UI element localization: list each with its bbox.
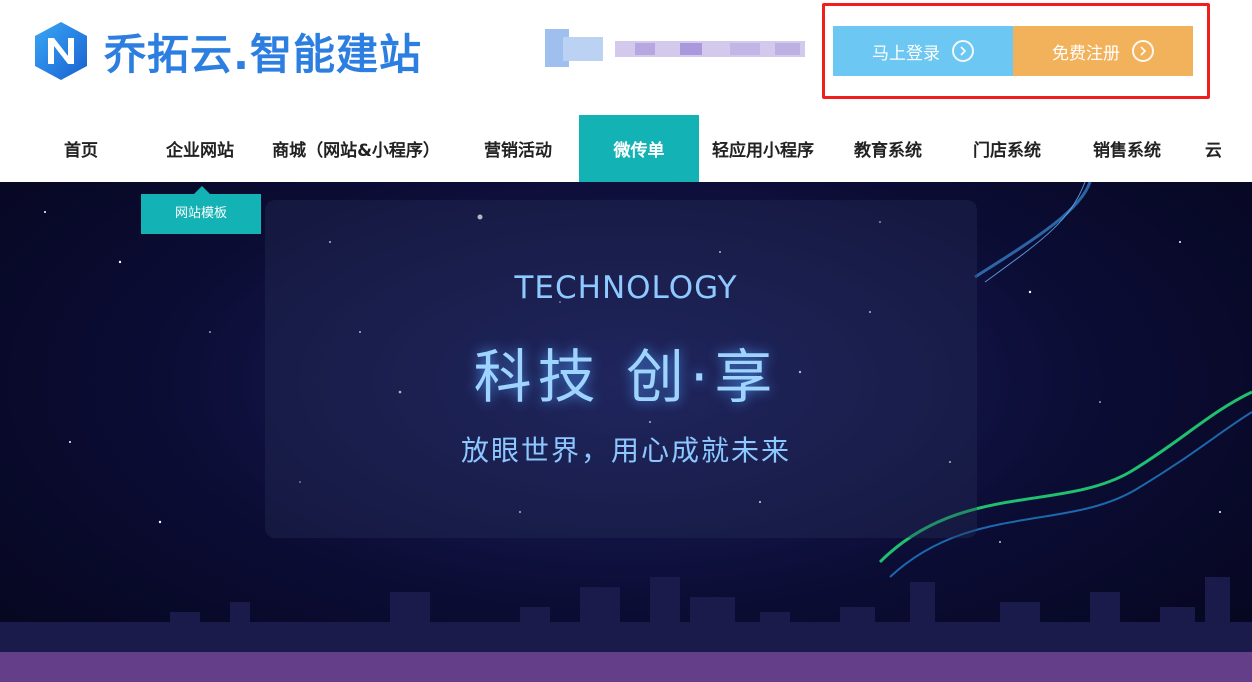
nav-item-mini-program[interactable]: 轻应用小程序 xyxy=(705,115,821,182)
hero-banner: TECHNOLOGY 科技 创·享 放眼世界，用心成就未来 xyxy=(0,182,1252,682)
blurred-contact-info xyxy=(545,25,810,75)
register-label: 免费注册 xyxy=(1052,43,1120,64)
n-logo-icon xyxy=(30,20,92,82)
nav-item-marketing[interactable]: 营销活动 xyxy=(468,115,568,182)
chevron-right-circle-icon xyxy=(1132,40,1154,62)
main-nav: 首页 企业网站 商城（网站&小程序） 营销活动 微传单 轻应用小程序 教育系统 … xyxy=(0,115,1252,182)
login-button[interactable]: 马上登录 xyxy=(833,26,1013,76)
nav-item-education[interactable]: 教育系统 xyxy=(838,115,938,182)
hero-headline: 科技 创·享 xyxy=(473,343,779,411)
nav-item-enterprise-site[interactable]: 企业网站 xyxy=(150,115,250,182)
dropdown-caret xyxy=(194,186,210,194)
logo-text: 乔拓云.智能建站 xyxy=(104,29,422,79)
nav-item-mall[interactable]: 商城（网站&小程序） xyxy=(266,115,446,182)
dropdown-item-site-templates[interactable]: 网站模板 xyxy=(141,194,261,234)
hero-subline: 放眼世界，用心成就未来 xyxy=(460,434,791,467)
site-header: 乔拓云.智能建站 马上登录 免费注册 xyxy=(0,0,1252,115)
hero-eyebrow: TECHNOLOGY xyxy=(514,270,738,306)
login-label: 马上登录 xyxy=(872,43,940,64)
register-button[interactable]: 免费注册 xyxy=(1013,26,1193,76)
site-logo[interactable]: 乔拓云.智能建站 xyxy=(30,18,422,84)
nav-item-home[interactable]: 首页 xyxy=(40,115,122,182)
nav-item-sales[interactable]: 销售系统 xyxy=(1077,115,1177,182)
nav-item-cloud[interactable]: 云 xyxy=(1205,115,1221,182)
nav-item-store[interactable]: 门店系统 xyxy=(957,115,1057,182)
nav-item-micro-flyer[interactable]: 微传单 xyxy=(579,115,699,182)
chevron-right-circle-icon xyxy=(952,40,974,62)
